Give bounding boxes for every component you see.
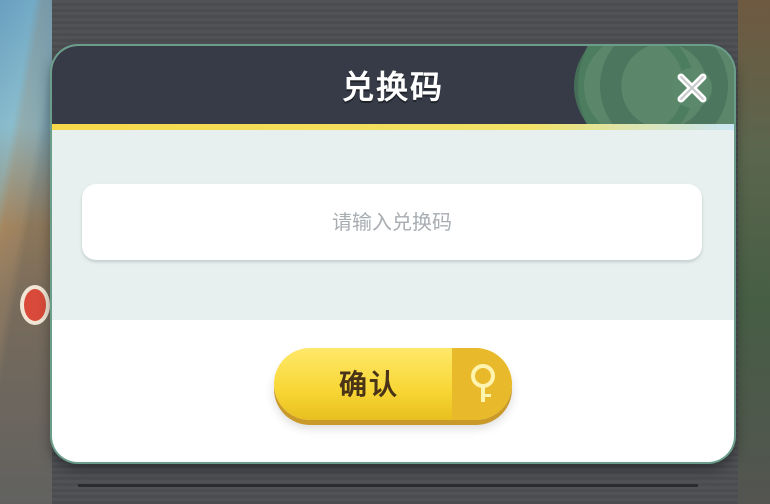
lifebuoy-decoration (20, 285, 50, 325)
dialog-title: 兑换码 (341, 68, 444, 106)
background-scenery-left (0, 0, 54, 504)
close-icon (672, 68, 712, 108)
dialog-header: 兑换码 (52, 46, 734, 126)
key-icon (471, 364, 495, 402)
close-button[interactable] (670, 66, 714, 110)
background-divider (78, 484, 698, 487)
redeem-code-input[interactable] (82, 184, 702, 260)
redeem-code-dialog: 兑换码 确认 (52, 46, 734, 462)
confirm-button-label: 确认 (338, 369, 399, 400)
confirm-button[interactable]: 确认 (274, 348, 512, 420)
